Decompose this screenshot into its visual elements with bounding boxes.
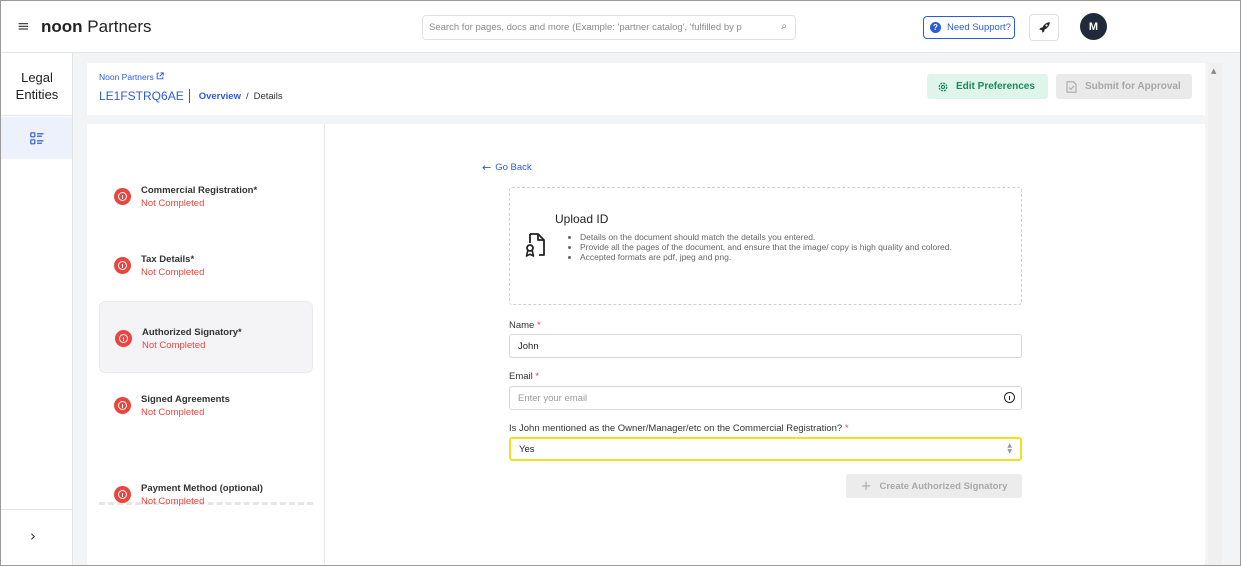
email-label: Email *	[509, 371, 540, 382]
rail-bottom-divider	[1, 509, 72, 510]
select-arrows-icon: ▲ ▼	[1007, 442, 1012, 455]
plus-icon: +	[860, 478, 872, 494]
guideline-item: Provide all the pages of the document, a…	[580, 242, 998, 252]
step-title: Signed Agreements	[141, 394, 230, 405]
upload-id-dropzone[interactable]: Upload ID Details on the document should…	[509, 187, 1022, 305]
step-signed-agreements[interactable]: Signed Agreements Not Completed	[99, 369, 313, 441]
owner-select[interactable]: Yes ▲ ▼	[509, 437, 1022, 461]
create-authorized-signatory-button[interactable]: + Create Authorized Signatory	[846, 474, 1022, 498]
breadcrumb-divider	[188, 89, 190, 103]
error-icon	[114, 257, 131, 274]
step-status: Not Completed	[142, 340, 206, 351]
onboarding-steps: Commercial Registration* Not Completed T…	[87, 124, 325, 565]
user-avatar[interactable]: M	[1080, 13, 1107, 40]
step-title: Payment Method (optional)	[141, 483, 263, 494]
error-icon	[115, 330, 132, 347]
breadcrumb-overview[interactable]: Overview	[199, 91, 241, 102]
global-search[interactable]: ⌕	[422, 15, 796, 40]
document-check-icon	[1066, 80, 1077, 93]
brand-logo[interactable]: noon Partners	[41, 17, 152, 37]
error-icon	[114, 397, 131, 414]
error-icon	[114, 188, 131, 205]
left-navigation: Legal Entities ›	[1, 53, 73, 565]
submit-for-approval-button[interactable]: Submit for Approval	[1056, 74, 1192, 99]
main-content: Noon Partners LE1FSTRQ6AE Overview / Det…	[73, 53, 1240, 565]
edit-preferences-button[interactable]: Edit Preferences	[927, 74, 1048, 99]
step-commercial-registration[interactable]: Commercial Registration* Not Completed	[99, 160, 313, 232]
step-title: Commercial Registration*	[141, 185, 258, 196]
need-support-button[interactable]: ? Need Support?	[923, 16, 1015, 39]
entity-id[interactable]: LE1FSTRQ6AE	[99, 89, 184, 103]
arrow-left-icon: ←	[482, 161, 492, 174]
launch-button[interactable]	[1029, 14, 1059, 41]
authorized-signatory-form: ← Go Back Upload ID Details on the docum…	[325, 124, 1205, 565]
question-icon: ?	[930, 22, 941, 33]
error-icon	[114, 486, 131, 503]
rail-item-list-view[interactable]	[1, 117, 72, 159]
breadcrumb-details: Details	[253, 90, 283, 102]
name-field[interactable]	[509, 334, 1022, 358]
rail-title: Legal Entities	[15, 70, 59, 102]
step-tax-details[interactable]: Tax Details* Not Completed	[99, 229, 313, 301]
step-authorized-signatory[interactable]: Authorized Signatory* Not Completed	[99, 301, 313, 373]
id-document-icon	[525, 233, 545, 257]
page-header: Noon Partners LE1FSTRQ6AE Overview / Det…	[87, 63, 1205, 115]
name-input[interactable]	[518, 335, 988, 357]
gear-icon	[938, 82, 948, 91]
upload-guidelines: Details on the document should match the…	[568, 232, 998, 262]
rocket-icon	[1038, 22, 1050, 33]
guideline-item: Details on the document should match the…	[580, 232, 998, 242]
email-input[interactable]	[518, 387, 988, 409]
go-back-link[interactable]: ← Go Back	[482, 161, 532, 174]
guideline-item: Accepted formats are pdf, jpeg and png.	[580, 252, 998, 262]
search-icon[interactable]: ⌕	[781, 21, 787, 32]
expand-sidebar-chevron-icon[interactable]: ›	[30, 527, 36, 545]
name-label: Name *	[509, 320, 541, 331]
step-title: Tax Details*	[141, 254, 195, 265]
step-status: Not Completed	[141, 407, 205, 418]
rail-divider	[1, 115, 72, 116]
step-status: Not Completed	[141, 496, 205, 507]
step-payment-method[interactable]: Payment Method (optional) Not Completed	[99, 458, 313, 530]
breadcrumb-separator: /	[245, 90, 249, 102]
step-title: Authorized Signatory*	[142, 327, 242, 338]
email-field[interactable]	[509, 386, 1022, 410]
list-view-icon	[29, 131, 43, 144]
top-bar: ≡ noon Partners ⌕ ? Need Support? M	[1, 1, 1240, 53]
breadcrumb: LE1FSTRQ6AE Overview / Details	[99, 89, 283, 103]
owner-question-label: Is John mentioned as the Owner/Manager/e…	[509, 423, 849, 434]
external-link-icon	[156, 72, 164, 80]
search-input[interactable]	[429, 16, 769, 39]
app-window: ≡ noon Partners ⌕ ? Need Support? M Lega…	[0, 0, 1241, 566]
step-status: Not Completed	[141, 267, 205, 278]
scroll-up-arrow-icon[interactable]: ▲	[1211, 67, 1216, 75]
hamburger-menu-icon[interactable]: ≡	[17, 17, 30, 35]
info-icon[interactable]	[1004, 392, 1015, 403]
noon-partners-link[interactable]: Noon Partners	[99, 72, 164, 82]
step-status: Not Completed	[141, 198, 205, 209]
vertical-scrollbar[interactable]: ▲	[1208, 63, 1222, 565]
owner-select-value: Yes	[519, 444, 535, 455]
upload-title: Upload ID	[555, 212, 609, 226]
